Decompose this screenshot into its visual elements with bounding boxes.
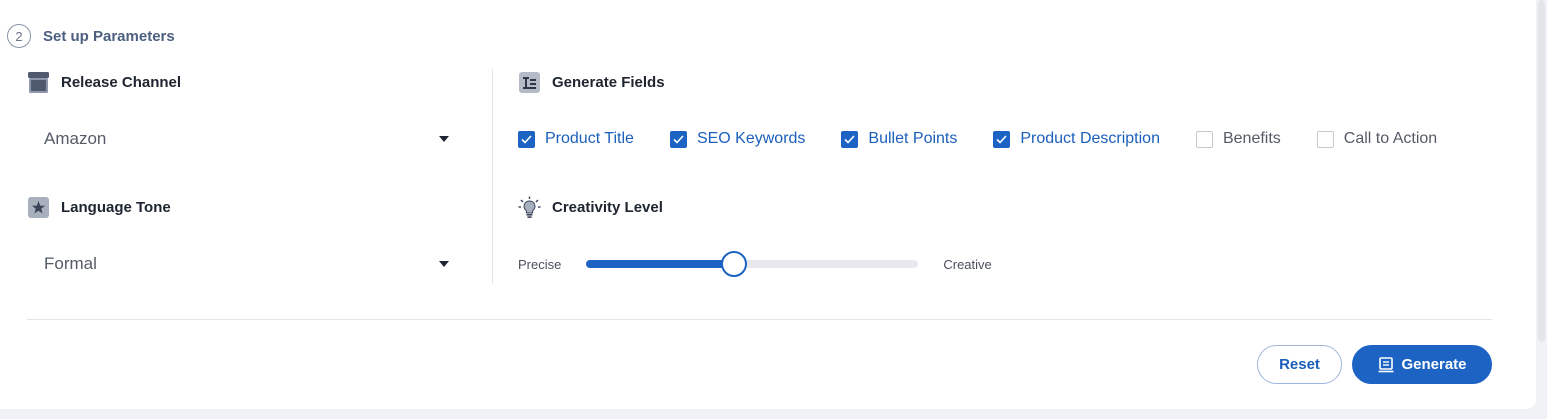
field-option-label: Benefits [1222,130,1281,147]
creativity-level-label: Creativity Level [552,198,663,216]
document-icon [1377,356,1395,374]
checkbox-checked[interactable] [993,130,1011,148]
field-option-label: SEO Keywords [696,130,806,147]
reset-button[interactable]: Reset [1257,345,1342,384]
step-header: 2 Set up Parameters [7,23,175,49]
field-option-product-description[interactable]: Product Description [993,130,1160,148]
checkbox-checked[interactable] [518,130,535,148]
release-channel-label: Release Channel [61,73,182,91]
field-option-label: Call to Action [1343,130,1438,147]
star-icon [27,196,50,219]
step-number-badge: 2 [7,24,31,48]
creativity-slider-row: Precise Creative [518,251,992,277]
checkbox-unchecked[interactable] [1195,130,1213,148]
slider-max-label: Creative [943,256,992,272]
generate-fields-options: Product Title SEO Keywords Bullet Points… [518,128,1437,150]
release-channel-heading: Release Channel [27,70,181,94]
column-divider [492,69,493,284]
field-option-label: Product Title [545,130,634,147]
parameters-card: 2 Set up Parameters Release Channel Amaz… [0,0,1536,409]
checkbox-checked[interactable] [669,130,687,148]
language-tone-select[interactable]: Formal [27,244,455,284]
vertical-scrollbar[interactable] [1538,0,1545,342]
language-tone-heading: Language Tone [27,195,171,219]
checkbox-unchecked[interactable] [1316,130,1334,148]
checkbox-checked[interactable] [841,130,859,148]
field-option-seo-keywords[interactable]: SEO Keywords [669,130,806,148]
field-option-call-to-action[interactable]: Call to Action [1316,130,1438,148]
generate-fields-label: Generate Fields [552,73,665,91]
field-option-bullet-points[interactable]: Bullet Points [841,130,957,148]
language-tone-label: Language Tone [61,198,171,216]
slider-fill [586,260,735,268]
field-option-label: Bullet Points [868,130,958,147]
creativity-slider[interactable] [586,251,919,277]
slider-min-label: Precise [518,256,562,272]
generate-button-label: Generate [1401,356,1467,373]
step-title: Set up Parameters [43,27,175,45]
footer-divider [27,319,1492,320]
release-channel-value: Amazon [44,129,107,148]
generate-fields-heading: Generate Fields [518,70,665,94]
storefront-icon [27,71,50,94]
release-channel-select[interactable]: Amazon [27,119,455,159]
caret-down-icon [439,261,449,267]
creativity-level-heading: Creativity Level [518,195,663,219]
caret-down-icon [439,136,449,142]
language-tone-value: Formal [44,254,97,273]
field-option-label: Product Description [1020,130,1160,147]
field-option-product-title[interactable]: Product Title [518,130,634,148]
text-fields-icon [518,71,541,94]
slider-thumb[interactable] [721,251,748,277]
field-option-benefits[interactable]: Benefits [1195,130,1281,148]
generate-button[interactable]: Generate [1352,345,1492,384]
lightbulb-icon [518,196,541,219]
